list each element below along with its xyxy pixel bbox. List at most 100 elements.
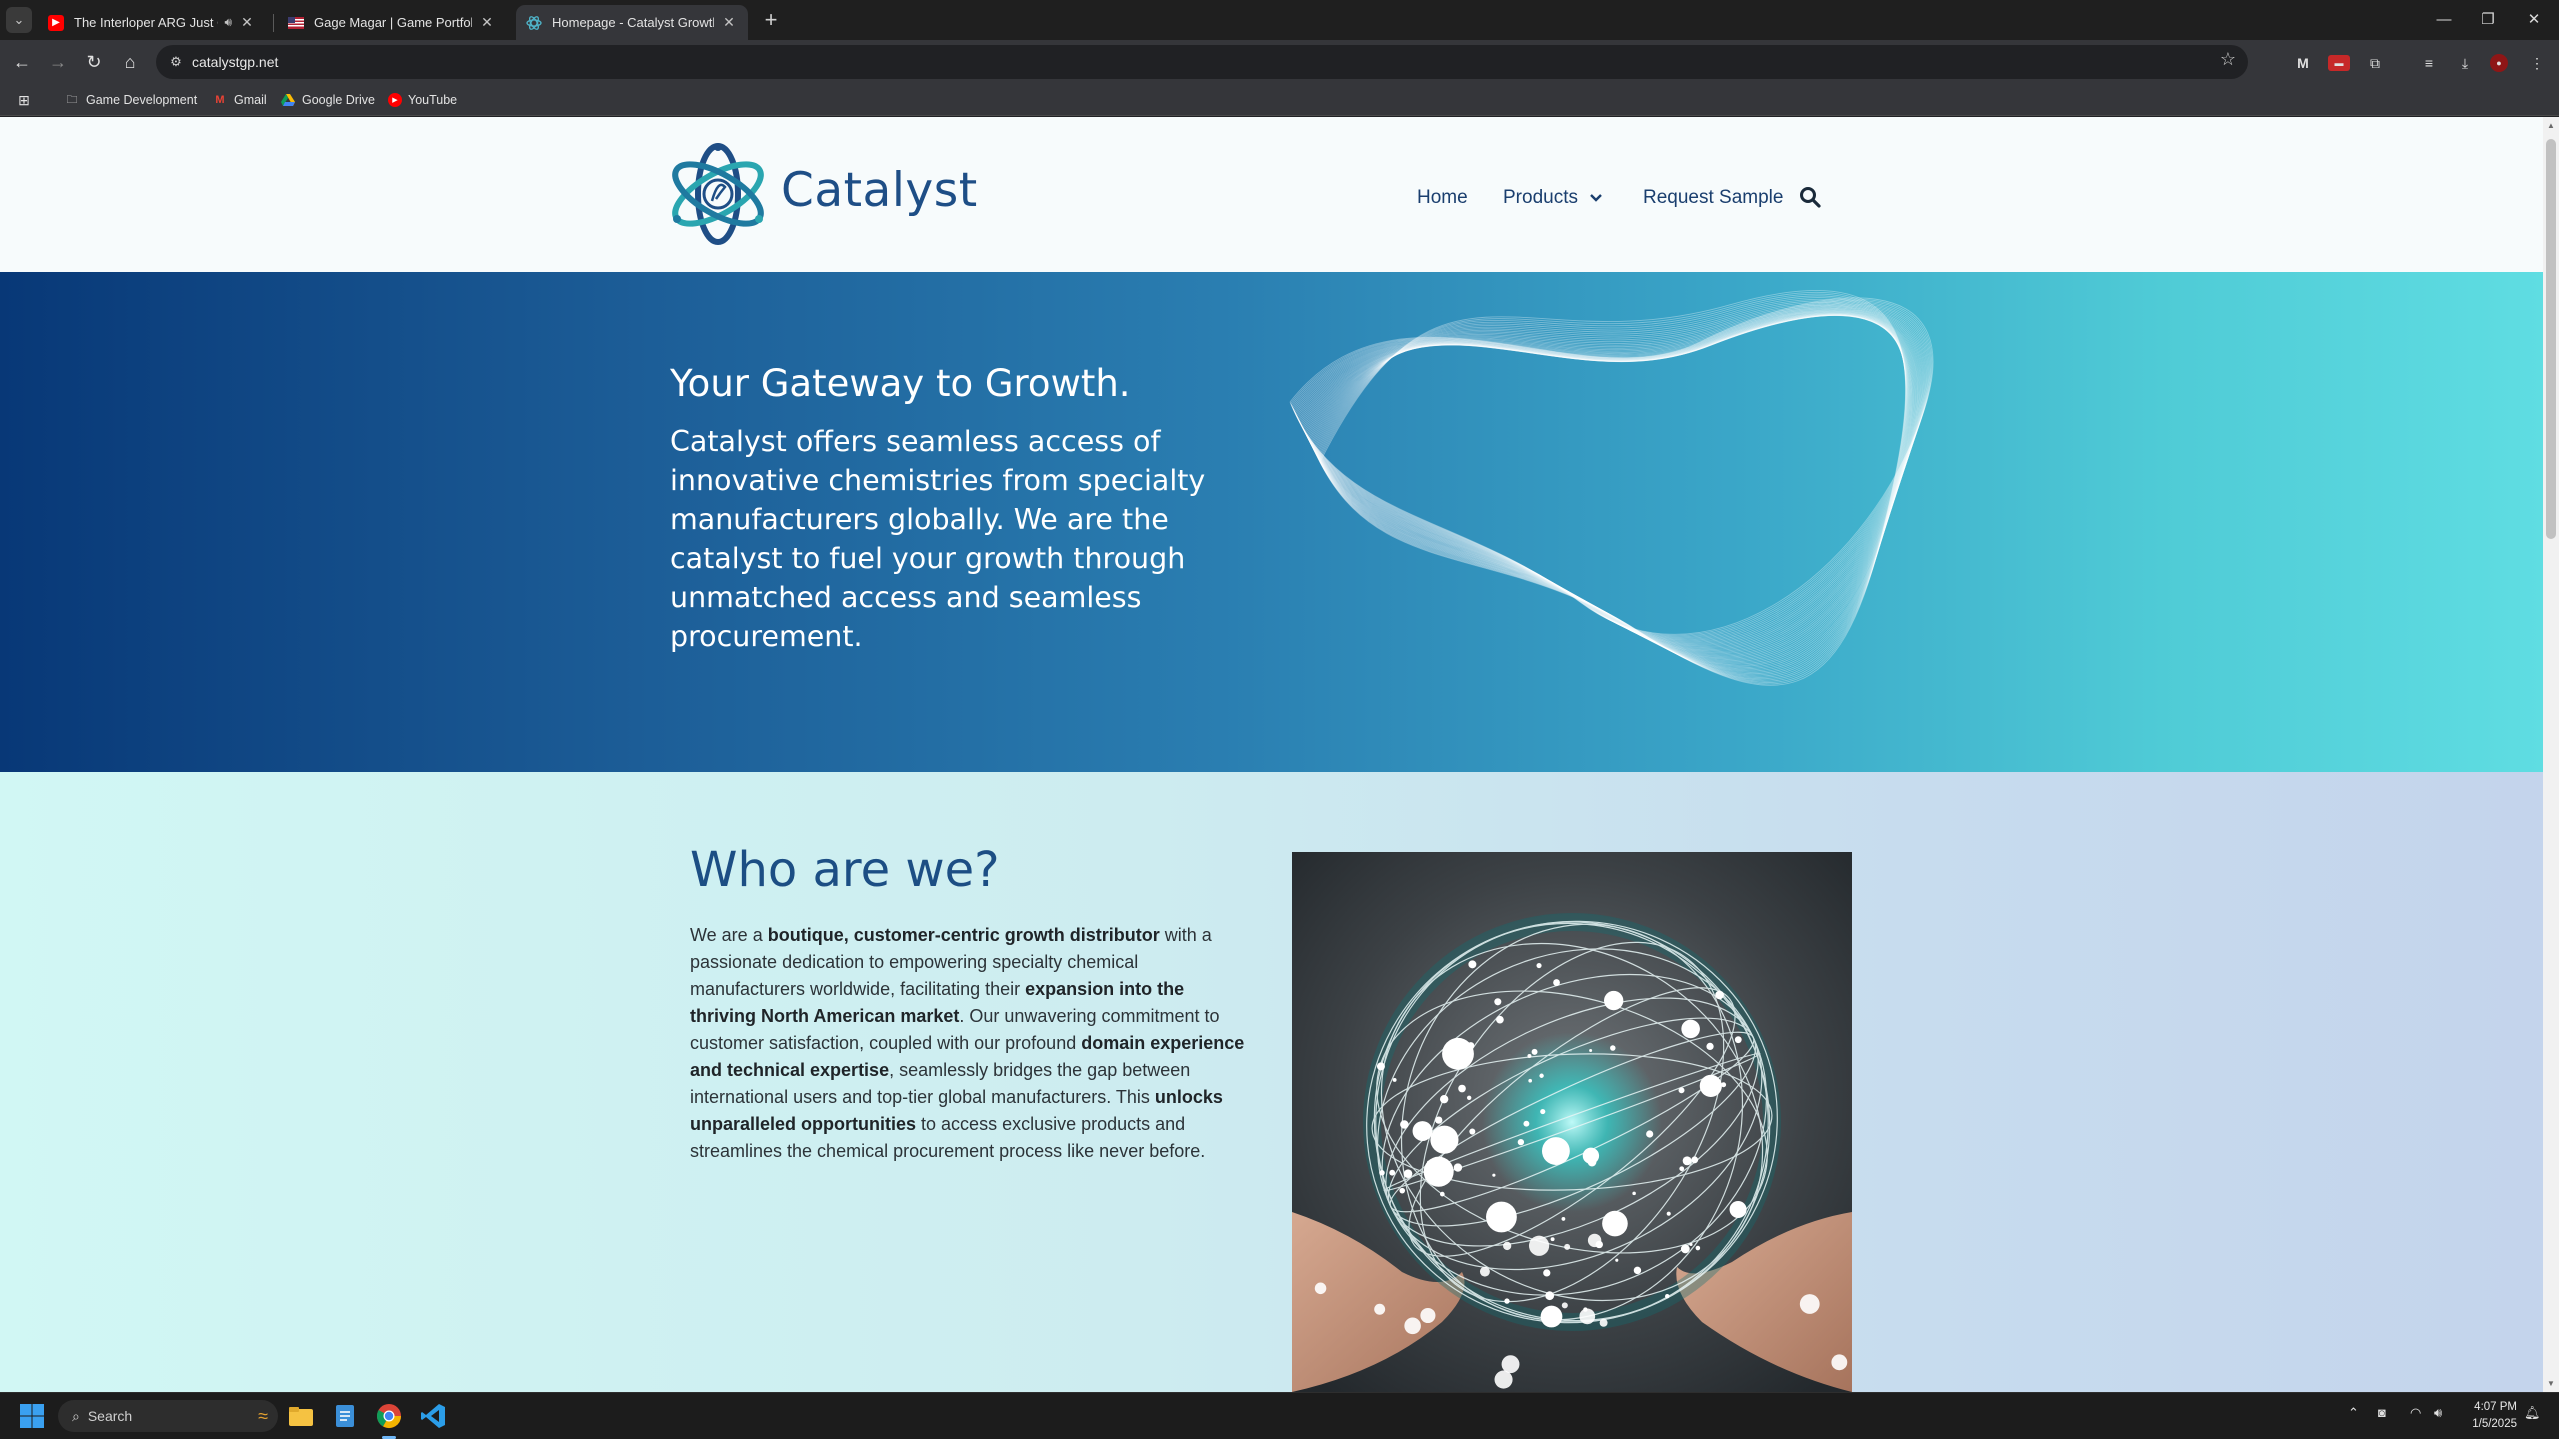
apps-icon[interactable]: ⊞: [16, 90, 38, 110]
media-controls-icon[interactable]: ≡: [2418, 52, 2440, 74]
globe-node: [1699, 1074, 1722, 1098]
search-icon[interactable]: [1799, 186, 1821, 208]
bookmark-game-development[interactable]: 🗀︎ Game Development: [64, 90, 198, 110]
globe-node: [1678, 1087, 1685, 1094]
bookmark-google-drive[interactable]: Google Drive: [280, 90, 375, 110]
bokeh-dot: [1831, 1354, 1848, 1371]
tray-overflow-icon[interactable]: ⌃: [2348, 1405, 2359, 1421]
globe-node: [1468, 960, 1477, 969]
globe-node: [1553, 979, 1560, 986]
minimize-icon[interactable]: —: [2422, 6, 2466, 34]
close-tab-icon[interactable]: ✕: [238, 14, 256, 31]
tab-gage-magar[interactable]: Gage Magar | Game Portfolio ✕: [278, 5, 506, 40]
scroll-down-icon[interactable]: ▼: [2546, 1379, 2556, 1388]
flag-icon: [288, 15, 304, 31]
file-explorer-icon[interactable]: [286, 1401, 316, 1431]
forward-icon[interactable]: →: [44, 48, 72, 76]
tab-title: Homepage - Catalyst Growth P: [552, 15, 714, 30]
globe-node: [1545, 1291, 1555, 1301]
extension-m-icon[interactable]: M: [2292, 52, 2314, 74]
address-bar[interactable]: ⚙ catalystgp.net ☆: [156, 45, 2248, 79]
globe-node: [1435, 1116, 1443, 1124]
notifications-icon[interactable]: 🔔︎: [2524, 1405, 2541, 1421]
reload-icon[interactable]: ↻: [80, 48, 108, 76]
globe-node: [1541, 1137, 1570, 1165]
windows-start-icon[interactable]: [17, 1401, 47, 1431]
catalyst-logo-icon[interactable]: [668, 139, 768, 249]
taskbar-search-label: Search: [87, 1408, 133, 1424]
new-tab-button[interactable]: +: [757, 7, 785, 35]
bookmarks-bar: ⊞ 🗀︎ Game Development M Gmail Google Dri…: [0, 84, 2559, 116]
nav-request-sample[interactable]: Request Sample: [1643, 183, 1783, 213]
folder-icon: 🗀︎: [66, 93, 78, 106]
globe-node: [1392, 1077, 1397, 1082]
chrome-icon[interactable]: [374, 1401, 404, 1431]
globe-network-image: [1292, 852, 1852, 1392]
extension-red-icon[interactable]: ▬: [2328, 55, 2350, 71]
download-icon[interactable]: ⤓: [2454, 52, 2476, 74]
scroll-up-icon[interactable]: ▲: [2546, 121, 2556, 130]
globe-node: [1469, 1128, 1476, 1135]
bookmark-label: Gmail: [234, 93, 267, 107]
hero-body: Catalyst offers seamless access of innov…: [670, 425, 1206, 653]
close-tab-icon[interactable]: ✕: [720, 14, 738, 31]
volume-icon[interactable]: 🔊︎: [2434, 1405, 2442, 1421]
globe-node: [1528, 1078, 1533, 1083]
logo-text[interactable]: Catalyst: [781, 163, 978, 218]
close-window-icon[interactable]: ✕: [2512, 6, 2556, 34]
wave-line: [1299, 313, 1922, 650]
globe-node: [1695, 1245, 1701, 1251]
tab-catalyst[interactable]: Homepage - Catalyst Growth P ✕: [516, 5, 748, 40]
globe-node: [1376, 1062, 1385, 1071]
globe-node: [1439, 1191, 1445, 1197]
page-scrollbar[interactable]: ▲ ▼: [2543, 117, 2559, 1392]
nav-products[interactable]: Products: [1503, 183, 1602, 213]
nav-products-label: Products: [1503, 187, 1578, 208]
bookmark-gmail[interactable]: M Gmail: [212, 90, 267, 110]
browser-toolbar: ← → ↻ ⌂ ⚙ catalystgp.net ☆ M ▬ ⧉ ≡ ⤓ ● ⋮: [0, 40, 2559, 84]
site-info-icon[interactable]: ⚙: [164, 50, 188, 74]
url-text[interactable]: catalystgp.net: [192, 45, 278, 79]
globe-node: [1540, 1108, 1546, 1115]
bokeh-dot: [1579, 1308, 1596, 1325]
home-icon[interactable]: ⌂: [116, 48, 144, 76]
bookmark-star-icon[interactable]: ☆: [2220, 49, 2236, 70]
tab-search-button[interactable]: ⌄: [6, 7, 32, 33]
speaker-icon[interactable]: 🔊︎: [224, 15, 232, 30]
globe-node: [1466, 1095, 1472, 1100]
close-tab-icon[interactable]: ✕: [478, 14, 496, 31]
tab-interloper[interactable]: ▶ The Interloper ARG Just Got 🔊︎ ✕: [38, 5, 266, 40]
scroll-thumb[interactable]: [2546, 139, 2556, 539]
system-clock[interactable]: 4:07 PM 1/5/2025: [2472, 1399, 2517, 1433]
notepad-icon[interactable]: [330, 1401, 360, 1431]
globe-node: [1458, 1084, 1466, 1093]
clock-time: 4:07 PM: [2474, 1401, 2517, 1413]
globe-node: [1679, 1166, 1685, 1172]
wave-line: [1304, 314, 1916, 659]
globe-node: [1721, 1082, 1727, 1088]
nav-home[interactable]: Home: [1417, 183, 1468, 213]
hero-section: Your Gateway to Growth. Catalyst offers …: [0, 272, 2543, 772]
wifi-icon[interactable]: ◠: [2410, 1405, 2421, 1421]
globe-node: [1494, 998, 1502, 1006]
who-body-emphasis: boutique, customer-centric growth distri…: [767, 925, 1160, 945]
restore-icon[interactable]: ❐: [2466, 6, 2510, 34]
extensions-puzzle-icon[interactable]: ⧉: [2364, 52, 2386, 74]
globe-node: [1729, 1200, 1747, 1219]
menu-icon[interactable]: ⋮: [2526, 52, 2548, 74]
globe-node: [1602, 1210, 1628, 1237]
bokeh-dot: [1599, 1318, 1608, 1327]
who-title: Who are we?: [690, 842, 1000, 898]
globe-node: [1496, 1015, 1504, 1024]
vscode-icon[interactable]: [418, 1401, 448, 1431]
discord-icon[interactable]: ◙: [2378, 1405, 2386, 1420]
profile-avatar[interactable]: ●: [2490, 54, 2508, 72]
bookmark-youtube[interactable]: ▶ YouTube: [388, 90, 457, 110]
bokeh-dot: [1528, 1235, 1550, 1256]
back-icon[interactable]: ←: [8, 48, 36, 76]
globe-node: [1399, 1187, 1406, 1194]
globe-node: [1379, 1170, 1385, 1176]
nav-request-sample-label: Request Sample: [1643, 187, 1784, 208]
tab-title: The Interloper ARG Just Got: [74, 15, 218, 30]
taskbar-search[interactable]: ⌕ Search ≈: [58, 1400, 278, 1432]
